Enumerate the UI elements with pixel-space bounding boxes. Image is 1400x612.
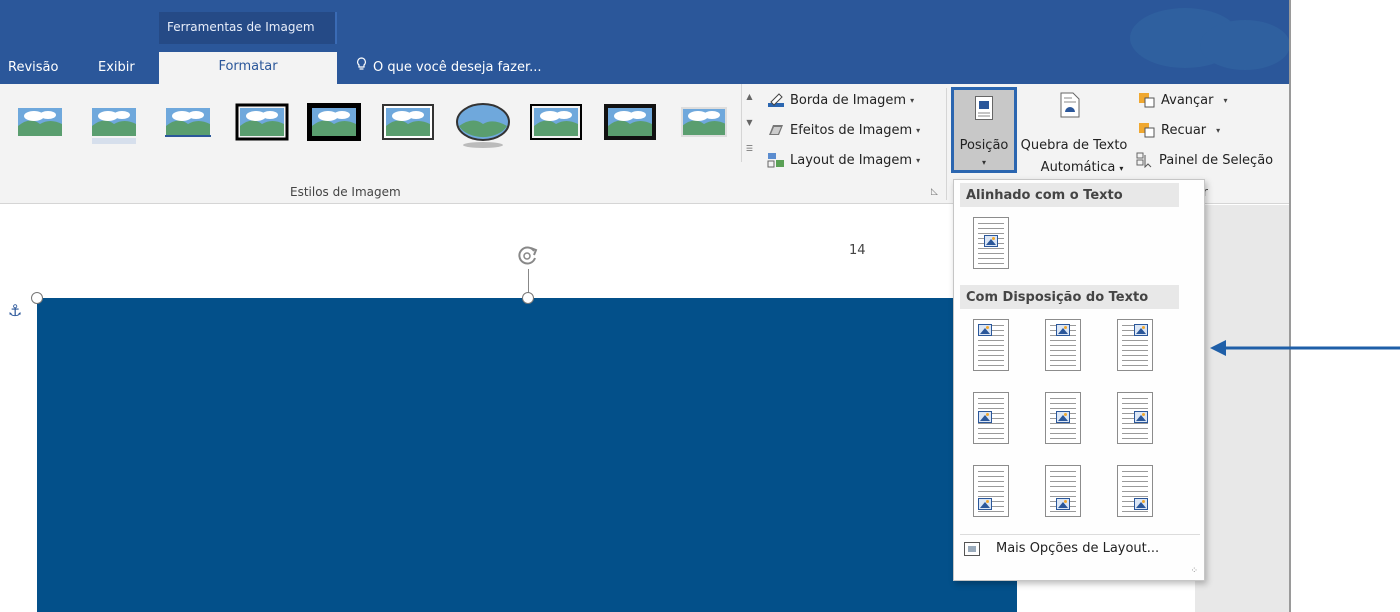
position-wrap-option[interactable] (1045, 465, 1081, 517)
send-backward-icon (1138, 122, 1156, 138)
tell-me-box[interactable]: O que você deseja fazer... (356, 56, 542, 84)
tell-me-text: O que você deseja fazer... (373, 60, 542, 75)
gallery-up-icon[interactable]: ▲ (742, 84, 757, 110)
selection-pane-button[interactable]: Painel de Seleção (1136, 152, 1273, 169)
wrap-text-icon (1060, 92, 1080, 122)
position-wrap-option[interactable] (1045, 392, 1081, 444)
wrap-text-button[interactable]: Quebra de Texto Automática ▾ (1018, 86, 1130, 175)
chevron-down-icon: ▾ (916, 125, 921, 135)
document-margin (1195, 205, 1289, 612)
position-wrap-option[interactable] (973, 392, 1009, 444)
lightbulb-icon (356, 56, 367, 80)
position-wrap-option[interactable] (973, 465, 1009, 517)
section-inline-with-text: Alinhado com o Texto (960, 183, 1179, 207)
position-wrap-option[interactable] (1117, 392, 1153, 444)
picture-style-thumbnail[interactable] (234, 100, 290, 148)
layout-options-icon (964, 541, 980, 556)
picture-style-thumbnail[interactable] (528, 100, 584, 148)
chevron-down-icon: ▾ (910, 95, 915, 105)
chevron-down-icon: ▾ (1223, 95, 1228, 105)
resize-handle-top-left[interactable] (31, 292, 43, 304)
send-backward-button[interactable]: Recuar ▾ (1138, 122, 1220, 138)
chevron-down-icon: ▾ (981, 158, 986, 167)
chevron-down-icon: ▾ (916, 155, 921, 165)
section-with-text-wrapping: Com Disposição do Texto (960, 285, 1179, 309)
group-label-picture-styles: Estilos de Imagem (290, 185, 401, 199)
chevron-down-icon: ▾ (1216, 125, 1221, 135)
picture-style-thumbnail[interactable] (455, 100, 511, 148)
tab-revisao[interactable]: Revisão (8, 56, 58, 84)
resize-grip-icon[interactable]: ⁘ (1190, 566, 1198, 576)
dialog-launcher-icon[interactable]: ◺ (931, 187, 938, 197)
picture-style-thumbnail[interactable] (86, 100, 142, 148)
picture-effects-button[interactable]: Efeitos de Imagem ▾ (767, 122, 920, 138)
effects-icon (767, 122, 785, 138)
gallery-down-icon[interactable]: ▼ (742, 110, 757, 136)
chevron-down-icon: ▾ (1119, 164, 1124, 173)
position-inline-option[interactable] (973, 217, 1009, 269)
picture-border-button[interactable]: Borda de Imagem ▾ (767, 92, 914, 108)
picture-style-thumbnail[interactable] (380, 100, 436, 148)
context-tab-label: Ferramentas de Imagem (159, 12, 337, 44)
position-icon (975, 96, 993, 124)
picture-layout-button[interactable]: Layout de Imagem ▾ (767, 152, 920, 168)
anchor-icon[interactable]: ⚓ (8, 301, 22, 320)
page-number: 14 (849, 243, 866, 258)
layout-icon (767, 152, 785, 168)
menu-separator (960, 534, 1200, 535)
position-wrap-option[interactable] (1117, 319, 1153, 371)
gallery-scroll[interactable]: ▲ ▼ ☰ (741, 84, 757, 162)
group-separator (946, 88, 947, 200)
word-window: Ferramentas de Imagem Revisão Exibir For… (0, 0, 1291, 612)
pencil-border-icon (767, 92, 785, 108)
position-button[interactable]: Posição ▾ (951, 87, 1017, 173)
picture-style-thumbnail[interactable] (602, 100, 658, 148)
position-wrap-option[interactable] (973, 319, 1009, 371)
selection-pane-icon (1136, 152, 1154, 169)
selected-image[interactable] (37, 298, 1017, 612)
picture-style-thumbnail[interactable] (306, 100, 362, 148)
tab-exibir[interactable]: Exibir (98, 56, 135, 84)
more-layout-options-item[interactable]: Mais Opções de Layout... (964, 541, 1159, 556)
pointer-arrow-icon (1210, 340, 1400, 356)
position-wrap-option[interactable] (1045, 319, 1081, 371)
position-wrap-option[interactable] (1117, 465, 1153, 517)
picture-style-thumbnail[interactable] (160, 100, 216, 148)
tab-formatar[interactable]: Formatar (159, 52, 337, 84)
bring-forward-icon (1138, 92, 1156, 108)
position-menu: Alinhado com o Texto Com Disposição do T… (953, 179, 1205, 581)
picture-style-thumbnail[interactable] (676, 100, 732, 148)
bring-forward-button[interactable]: Avançar ▾ (1138, 92, 1228, 108)
rotate-handle-icon[interactable] (514, 243, 540, 269)
gallery-more-icon[interactable]: ☰ (742, 136, 757, 162)
decorative-pattern (1200, 20, 1289, 70)
title-bar: Ferramentas de Imagem Revisão Exibir For… (0, 0, 1289, 84)
picture-style-thumbnail[interactable] (12, 100, 68, 148)
resize-handle-top-center[interactable] (522, 292, 534, 304)
